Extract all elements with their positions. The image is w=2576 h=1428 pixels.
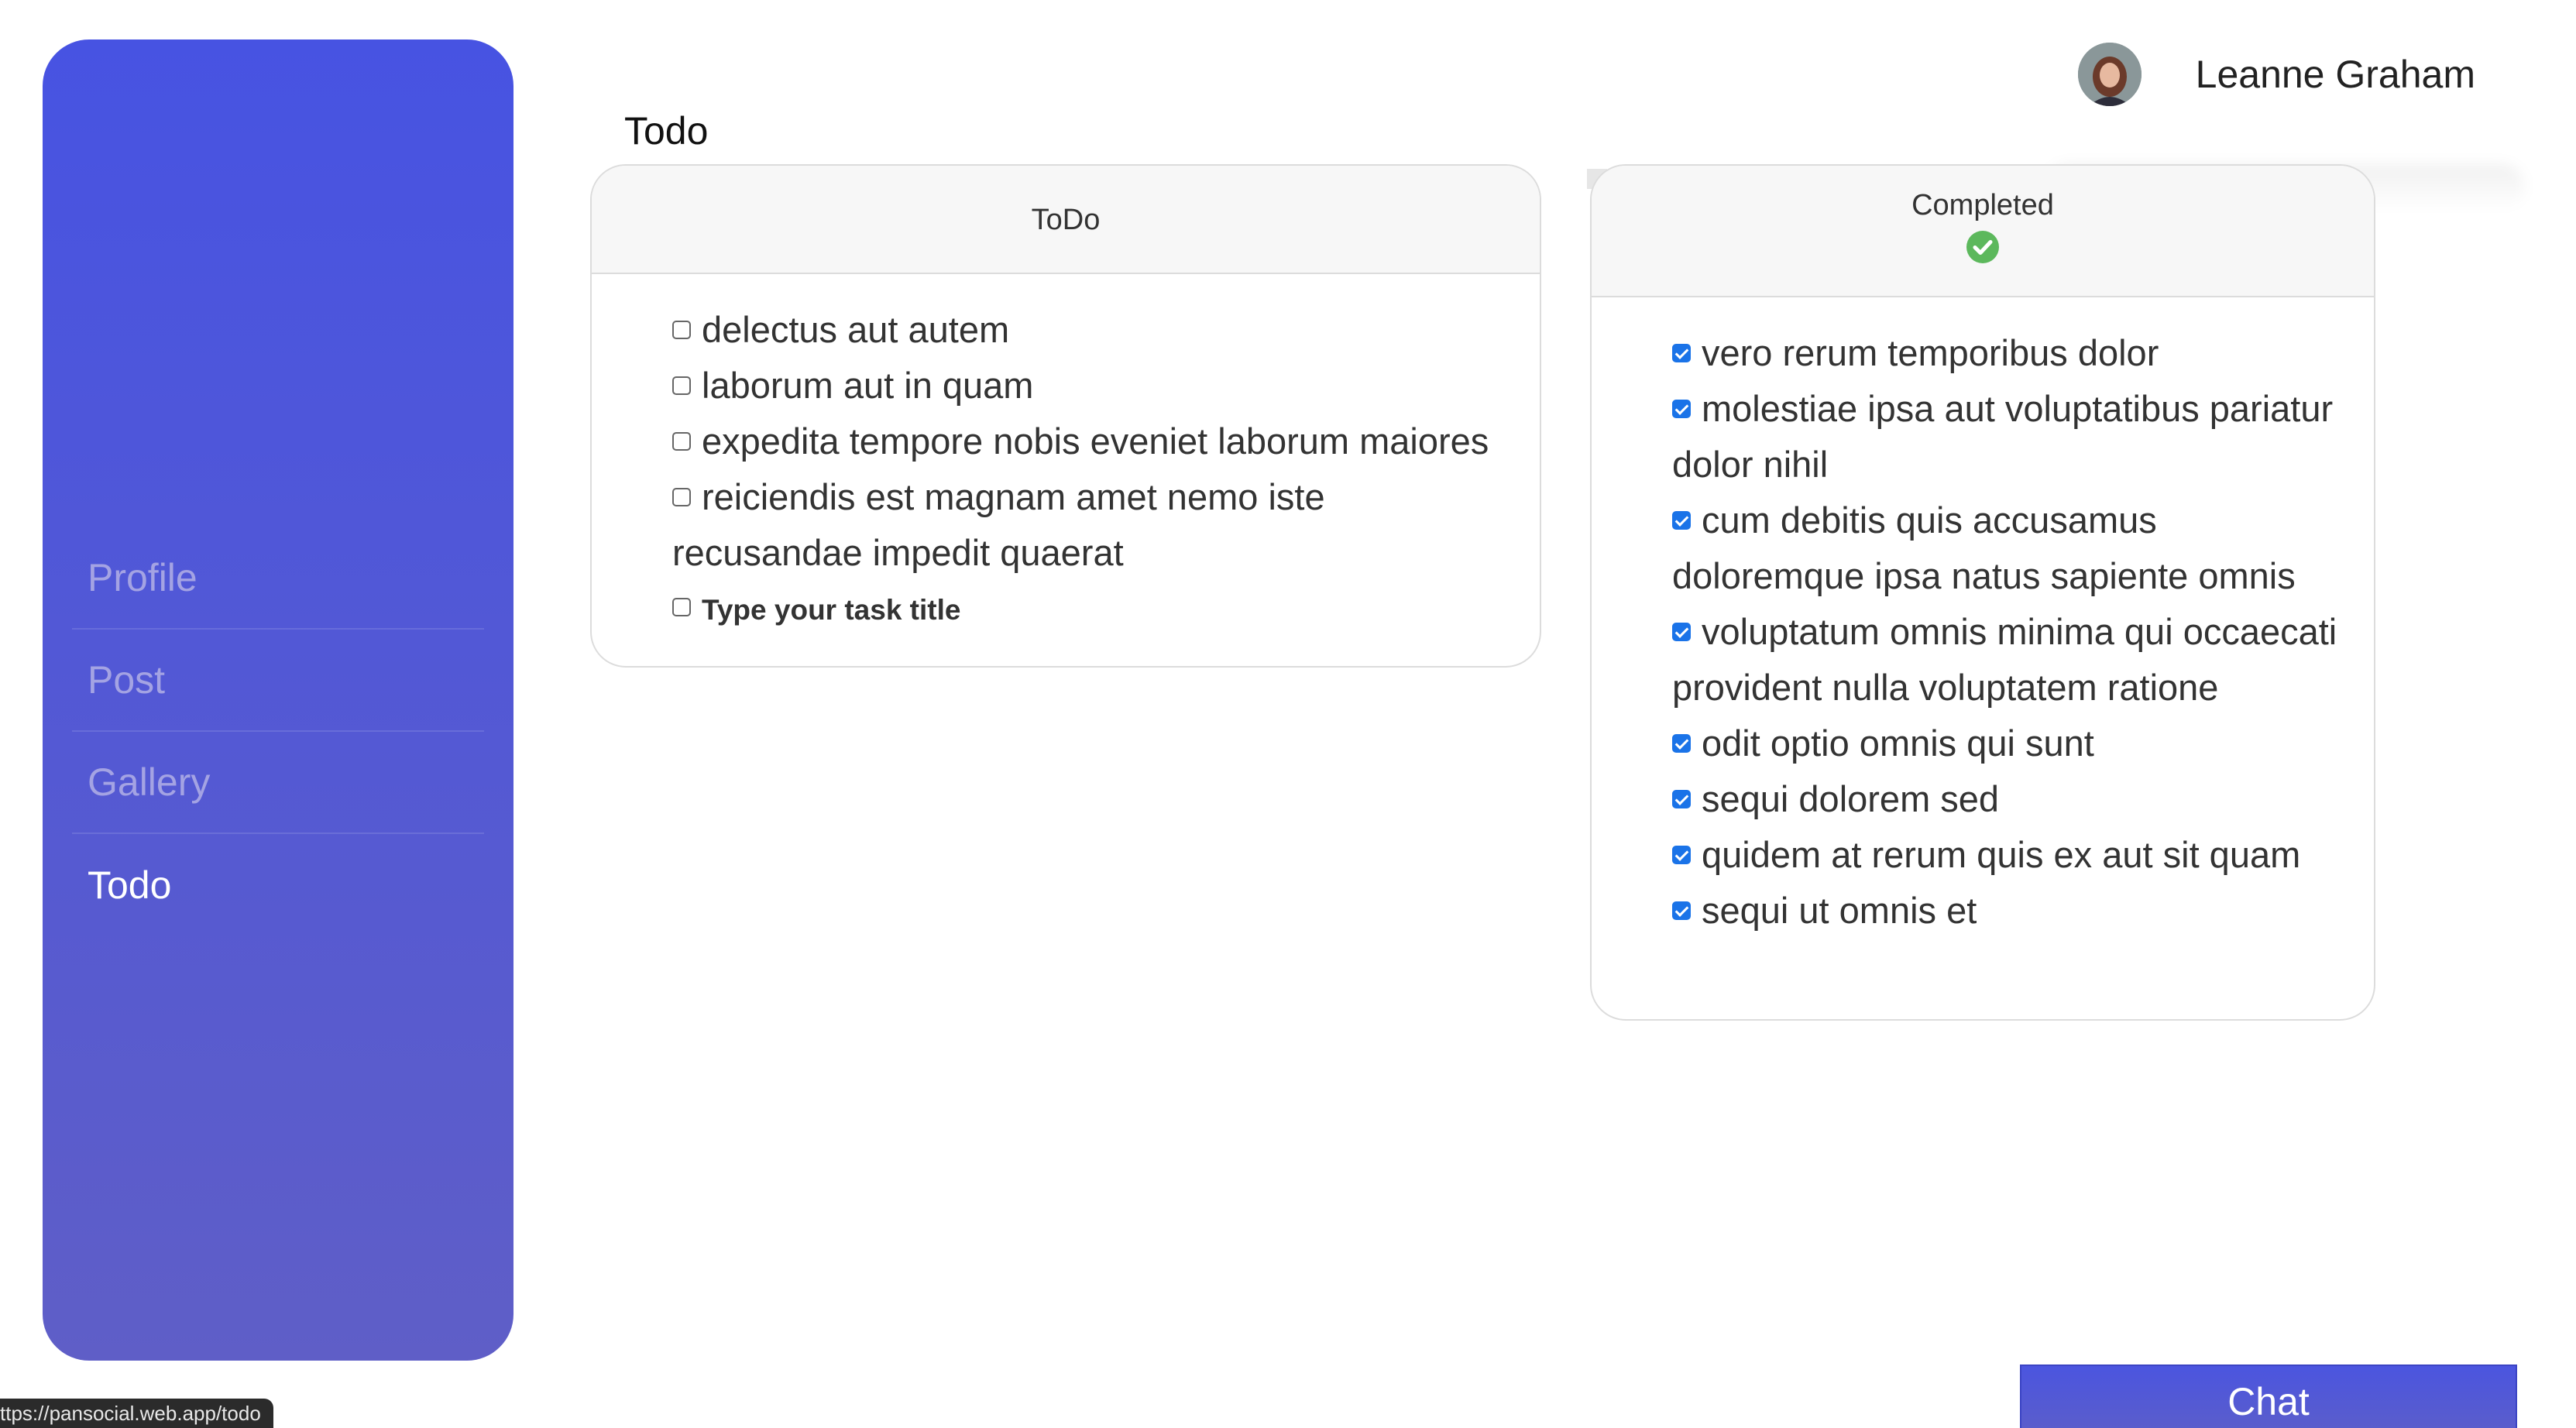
list-item: reiciendis est magnam amet nemo iste rec… (672, 469, 1516, 581)
list-item: sequi ut omnis et (1672, 883, 2358, 939)
todo-card-title: ToDo (592, 166, 1540, 274)
list-item: cum debitis quis accusamus doloremque ip… (1672, 493, 2358, 604)
task-checkbox[interactable] (1672, 400, 1691, 418)
list-item: expedita tempore nobis eveniet laborum m… (672, 414, 1516, 469)
sidebar-item-post[interactable]: Post (72, 630, 484, 732)
list-item: molestiae ipsa aut voluptatibus pariatur… (1672, 381, 2358, 493)
list-item: quidem at rerum quis ex aut sit quam (1672, 827, 2358, 883)
avatar[interactable] (2077, 43, 2142, 106)
new-task-checkbox[interactable] (672, 598, 691, 616)
completed-task-list: vero rerum temporibus dolor molestiae ip… (1592, 297, 2374, 939)
task-label: molestiae ipsa aut voluptatibus pariatur… (1672, 388, 2334, 485)
todo-task-list: delectus aut autem laborum aut in quam e… (592, 274, 1540, 638)
new-task-input[interactable]: Type your task title (702, 594, 960, 626)
list-item: delectus aut autem (672, 302, 1516, 358)
todo-card: ToDo delectus aut autem laborum aut in q… (590, 164, 1541, 668)
task-label: cum debitis quis accusamus doloremque ip… (1672, 499, 2296, 596)
completed-card: Completed vero rerum temporibus dolor mo… (1590, 164, 2375, 1021)
completed-card-header: Completed (1592, 166, 2374, 297)
app-root: Profile Post Gallery Todo Leanne Graham … (0, 0, 2576, 1428)
task-checkbox[interactable] (1672, 734, 1691, 753)
task-checkbox[interactable] (1672, 846, 1691, 864)
completed-card-title: Completed (1911, 189, 2054, 221)
sidebar-item-todo[interactable]: Todo (72, 834, 484, 936)
task-label: expedita tempore nobis eveniet laborum m… (702, 421, 1489, 462)
list-item: odit optio omnis qui sunt (1672, 716, 2358, 771)
task-label: sequi dolorem sed (1702, 778, 2000, 819)
task-label: reiciendis est magnam amet nemo iste rec… (672, 476, 1325, 573)
check-circle-icon (1966, 231, 1999, 263)
list-item: voluptatum omnis minima qui occaecati pr… (1672, 604, 2358, 716)
task-checkbox[interactable] (672, 321, 691, 339)
task-checkbox[interactable] (1672, 901, 1691, 920)
task-label: delectus aut autem (702, 309, 1010, 350)
task-label: sequi ut omnis et (1702, 890, 1977, 931)
sidebar-nav: Profile Post Gallery Todo (72, 527, 484, 936)
task-label: odit optio omnis qui sunt (1702, 723, 2094, 764)
sidebar-item-profile[interactable]: Profile (72, 527, 484, 630)
task-checkbox[interactable] (1672, 790, 1691, 808)
task-checkbox[interactable] (1672, 511, 1691, 530)
task-label: voluptatum omnis minima qui occaecati pr… (1672, 611, 2337, 708)
task-label: vero rerum temporibus dolor (1702, 332, 2159, 373)
chat-button[interactable]: Chat (2020, 1364, 2517, 1428)
user-avatar-icon (2077, 43, 2142, 106)
list-item: vero rerum temporibus dolor (1672, 325, 2358, 381)
task-checkbox[interactable] (672, 432, 691, 451)
user-menu[interactable]: Leanne Graham (2077, 43, 2475, 106)
task-checkbox[interactable] (672, 376, 691, 395)
task-checkbox[interactable] (1672, 623, 1691, 641)
list-item: sequi dolorem sed (1672, 771, 2358, 827)
sidebar-item-gallery[interactable]: Gallery (72, 732, 484, 834)
task-label: quidem at rerum quis ex aut sit quam (1702, 834, 2301, 875)
sidebar: Profile Post Gallery Todo (43, 39, 513, 1361)
task-checkbox[interactable] (672, 488, 691, 506)
task-label: laborum aut in quam (702, 365, 1034, 406)
new-task-row: Type your task title (672, 582, 1516, 638)
user-name: Leanne Graham (2195, 53, 2475, 96)
status-bar-url: ttps://pansocial.web.app/todo (0, 1399, 273, 1428)
list-item: laborum aut in quam (672, 358, 1516, 414)
task-checkbox[interactable] (1672, 344, 1691, 362)
page-title: Todo (624, 109, 709, 153)
